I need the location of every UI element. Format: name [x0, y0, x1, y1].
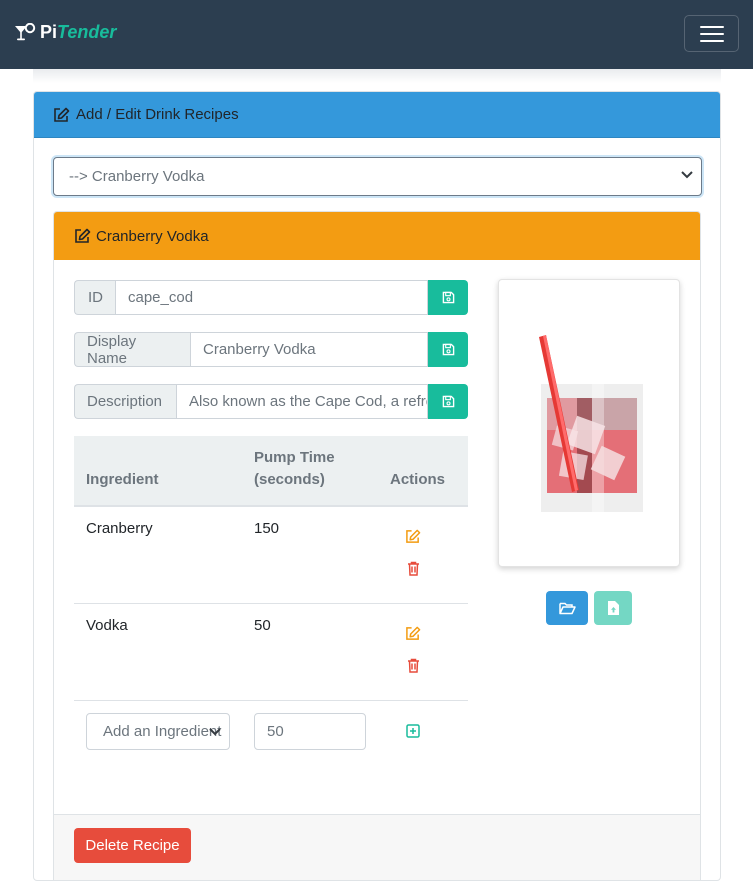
table-row: Vodka 50	[74, 603, 468, 701]
column-header-ingredient: Ingredient	[74, 436, 242, 507]
recipe-editor-footer: Delete Recipe	[54, 814, 700, 880]
drink-image	[539, 335, 643, 512]
trash-icon[interactable]	[407, 658, 420, 673]
add-ingredient-row: Add an Ingredient 50	[74, 700, 468, 797]
table-row: Cranberry 150	[74, 506, 468, 604]
save-id-button[interactable]	[428, 280, 468, 315]
table-header-row: Ingredient Pump Time (seconds) Actions	[74, 436, 468, 507]
recipes-card-header: Add / Edit Drink Recipes	[34, 92, 720, 138]
save-display-name-button[interactable]	[428, 332, 468, 367]
pump-time-cell: 150	[242, 506, 378, 604]
upload-image-button[interactable]	[594, 591, 632, 625]
brand-pi: Pi	[40, 22, 58, 42]
edit-icon	[54, 107, 70, 122]
display-name-label: Display Name	[74, 332, 190, 367]
add-ingredient-placeholder: Add an Ingredient	[103, 722, 222, 740]
recipe-editor-header: Cranberry Vodka	[54, 212, 700, 260]
description-label: Description	[74, 384, 176, 419]
display-name-input-group: Display Name Cranberry Vodka	[74, 332, 468, 367]
drink-image-card	[498, 279, 680, 567]
column-header-actions: Actions	[378, 436, 468, 507]
ingredient-cell: Vodka	[74, 603, 242, 701]
recipe-editor-card: Cranberry Vodka ID cape_cod Display Name…	[53, 211, 701, 880]
save-icon	[442, 395, 454, 408]
navbar: Pi Tender	[0, 0, 753, 69]
chevron-down-icon	[681, 171, 693, 179]
edit-icon[interactable]	[405, 626, 421, 641]
recipe-select[interactable]: --> Cranberry Vodka	[53, 157, 702, 196]
folder-open-icon	[558, 602, 576, 614]
edit-icon[interactable]	[405, 529, 421, 544]
cocktail-icon	[15, 22, 36, 40]
brand-logo[interactable]: Pi Tender	[14, 22, 116, 43]
plus-square-icon[interactable]	[406, 723, 420, 738]
save-icon	[442, 343, 454, 356]
recipes-card-title: Add / Edit Drink Recipes	[76, 106, 239, 123]
trash-icon[interactable]	[407, 561, 420, 576]
description-field[interactable]: Also known as the Cape Cod, a refre	[176, 384, 428, 419]
header-shadow	[33, 69, 721, 83]
save-description-button[interactable]	[428, 384, 468, 419]
display-name-field[interactable]: Cranberry Vodka	[190, 332, 428, 367]
add-ingredient-select[interactable]: Add an Ingredient	[86, 712, 230, 750]
ingredients-table: Ingredient Pump Time (seconds) Actions C…	[74, 436, 468, 797]
id-label: ID	[74, 280, 115, 315]
actions-cell	[378, 603, 468, 701]
save-icon	[442, 291, 454, 304]
description-input-group: Description Also known as the Cape Cod, …	[74, 384, 468, 419]
brand-tender: Tender	[57, 22, 117, 42]
chevron-down-icon	[209, 727, 221, 735]
open-image-button[interactable]	[546, 591, 588, 625]
ingredient-cell: Cranberry	[74, 506, 242, 604]
id-field[interactable]: cape_cod	[115, 280, 428, 315]
menu-toggle-button[interactable]	[684, 15, 739, 52]
edit-icon	[75, 228, 91, 243]
recipe-select-value: --> Cranberry Vodka	[69, 168, 205, 185]
pump-time-input[interactable]: 50	[254, 712, 366, 750]
recipe-editor-title: Cranberry Vodka	[96, 227, 209, 245]
file-upload-icon	[607, 601, 619, 615]
recipes-card: Add / Edit Drink Recipes --> Cranberry V…	[33, 91, 721, 881]
actions-cell	[378, 506, 468, 604]
id-input-group: ID cape_cod	[74, 280, 468, 315]
column-header-pump-time: Pump Time (seconds)	[242, 436, 378, 507]
pump-time-cell: 50	[242, 603, 378, 701]
delete-recipe-button[interactable]: Delete Recipe	[74, 828, 191, 863]
